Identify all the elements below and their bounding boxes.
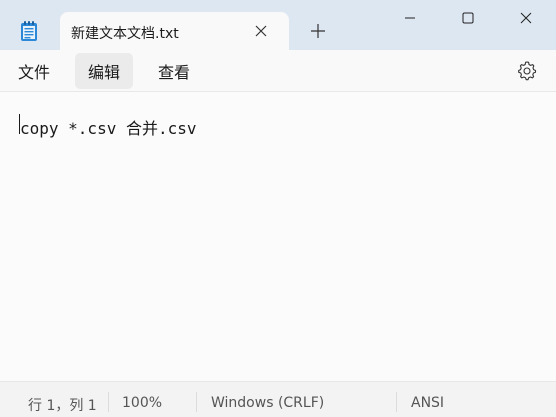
- close-icon: [520, 12, 532, 24]
- menu-file[interactable]: 文件: [5, 53, 63, 89]
- tab-document[interactable]: 新建文本文档.txt: [60, 12, 289, 51]
- menu-edit[interactable]: 编辑: [75, 53, 134, 89]
- tab-close-button[interactable]: [253, 23, 269, 39]
- status-divider: [396, 392, 397, 412]
- notepad-icon: [21, 21, 37, 41]
- plus-icon: [311, 24, 325, 38]
- maximize-icon: [462, 12, 474, 24]
- zoom-level[interactable]: 100%: [122, 395, 162, 411]
- cursor-position[interactable]: 行 1，列 1: [28, 395, 97, 415]
- title-bar: 新建文本文档.txt: [0, 0, 556, 51]
- editor-content: copy *.csv 合并.csv: [20, 119, 197, 138]
- close-window-button[interactable]: [500, 0, 552, 36]
- status-divider: [108, 392, 109, 412]
- minimize-icon: [405, 17, 415, 19]
- minimize-button[interactable]: [384, 0, 436, 36]
- text-editor[interactable]: copy *.csv 合并.csv: [0, 92, 556, 381]
- line-ending[interactable]: Windows (CRLF): [211, 395, 324, 411]
- menu-bar: 文件 编辑 查看: [0, 50, 556, 92]
- menu-view[interactable]: 查看: [145, 53, 203, 89]
- status-divider: [196, 392, 197, 412]
- encoding[interactable]: ANSI: [411, 395, 444, 411]
- status-bar: 行 1，列 1 100% Windows (CRLF) ANSI: [0, 381, 556, 417]
- tab-title: 新建文本文档.txt: [71, 26, 179, 42]
- new-tab-button[interactable]: [309, 22, 327, 40]
- gear-icon[interactable]: [517, 61, 537, 81]
- close-icon: [255, 25, 267, 37]
- maximize-button[interactable]: [442, 0, 494, 36]
